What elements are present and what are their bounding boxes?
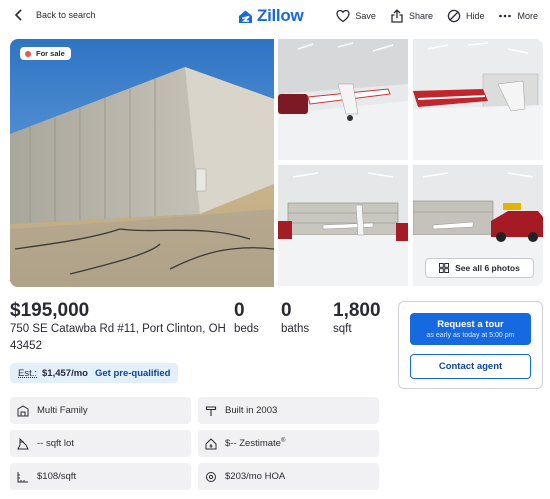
contact-agent-button[interactable]: Contact agent (410, 354, 531, 379)
hangar-exterior-image (10, 39, 274, 287)
status-badge-label: For sale (36, 49, 65, 58)
status-dot-icon (25, 50, 31, 57)
building-icon (17, 404, 29, 416)
baths-count: 0 (281, 300, 292, 321)
hide-button[interactable]: Hide (447, 9, 485, 23)
contact-panel: Request a tour as early as today at 5:00… (398, 301, 543, 389)
zillow-house-icon (239, 10, 252, 23)
fact-price-per-sqft: $108/sqft (10, 463, 191, 490)
photo-thumb-2[interactable] (413, 39, 543, 160)
estimate-label[interactable]: Est.: (18, 368, 37, 379)
fact-property-type: Multi Family (10, 397, 191, 424)
price-per-sqft-text: $108/sqft (37, 471, 77, 482)
sqft-count: 1,800 (333, 300, 381, 321)
estimated-payment-banner: Est.: $1,457/mo Get pre-qualified (10, 363, 179, 383)
ruler-icon (17, 471, 28, 482)
more-icon (499, 14, 512, 18)
baths-label: baths (281, 323, 310, 335)
save-label: Save (355, 11, 376, 21)
request-tour-label: Request a tour (437, 319, 504, 330)
grid-icon (439, 263, 450, 273)
back-to-search-link[interactable]: Back to search (14, 9, 96, 21)
save-button[interactable]: Save (336, 9, 376, 23)
see-all-label: See all 6 photos (455, 263, 520, 273)
get-pre-qualified-link[interactable]: Get pre-qualified (95, 368, 170, 379)
fact-zestimate: $-- Zestimate® (198, 430, 379, 457)
photo-gallery: For sale (10, 39, 543, 287)
chevron-left-icon (14, 9, 22, 21)
heart-icon (336, 9, 351, 23)
hangar-boat-image (413, 39, 543, 160)
photo-thumb-1[interactable] (278, 39, 408, 160)
share-button[interactable]: Share (390, 9, 433, 23)
fact-hoa: $203/mo HOA (198, 463, 379, 490)
logo-text: Zillow (257, 6, 304, 25)
back-label: Back to search (36, 10, 96, 20)
more-label: More (517, 11, 538, 21)
hoa-text: $203/mo HOA (225, 471, 286, 482)
zestimate-text: $-- Zestimate® (225, 437, 286, 450)
photo-thumb-3[interactable] (278, 165, 408, 286)
hangar-door-image (278, 165, 408, 286)
estimate-amount: $1,457/mo (42, 367, 88, 379)
sqft-label: sqft (333, 323, 352, 335)
beds-count: 0 (234, 300, 245, 321)
hammer-icon (205, 405, 217, 416)
zillow-logo[interactable]: Zillow (238, 6, 304, 26)
main-photo-hangar-exterior[interactable]: For sale (10, 39, 274, 287)
sqft-stat: 1,800 sqft (333, 300, 381, 335)
fact-lot-size: -- sqft lot (10, 430, 191, 457)
baths-stat: 0 baths (281, 300, 309, 335)
listing-price: $195,000 (10, 300, 90, 321)
beds-label: beds (234, 323, 259, 335)
listing-address: 750 SE Catawba Rd #11, Port Clinton, OH … (10, 323, 226, 352)
more-button[interactable]: More (498, 9, 538, 23)
header-actions: Save Share Hide More (336, 9, 538, 23)
share-icon (391, 9, 403, 23)
top-bar: Back to search Zillow Save Share Hide Mo… (0, 0, 550, 34)
hangar-interior-image (278, 39, 408, 160)
year-built-text: Built in 2003 (225, 405, 278, 416)
lot-icon (17, 437, 29, 449)
lot-size-text: -- sqft lot (37, 438, 74, 449)
hide-icon (447, 9, 461, 23)
share-label: Share (408, 11, 433, 21)
beds-stat: 0 beds (234, 300, 259, 335)
fact-year-built: Built in 2003 (198, 397, 379, 424)
zestimate-icon (205, 437, 217, 449)
see-all-photos-button[interactable]: See all 6 photos (425, 258, 534, 278)
hoa-icon (206, 471, 216, 482)
request-tour-sublabel: as early as today at 5:00 pm (426, 332, 515, 339)
status-badge: For sale (20, 47, 71, 60)
hide-label: Hide (465, 11, 485, 21)
request-tour-button[interactable]: Request a tour as early as today at 5:00… (410, 313, 531, 345)
property-type-text: Multi Family (37, 405, 88, 416)
